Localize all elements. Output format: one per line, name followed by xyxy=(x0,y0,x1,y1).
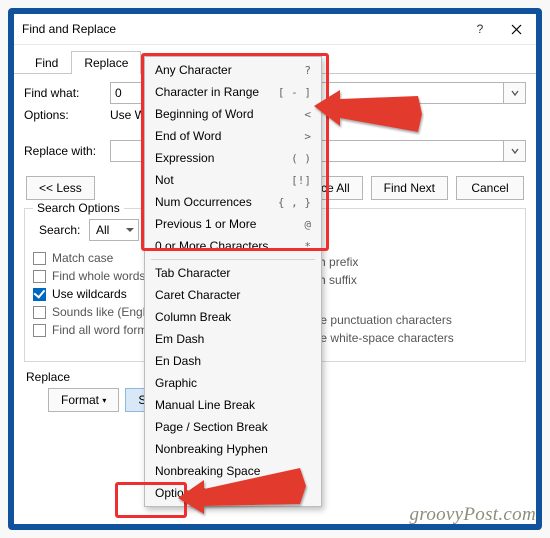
search-options-title: Search Options xyxy=(33,201,124,215)
find-what-label: Find what: xyxy=(24,86,110,100)
dialog-title: Find and Replace xyxy=(16,22,462,36)
chevron-down-icon xyxy=(511,147,519,155)
find-replace-dialog: Find and Replace ? Find Replace Find wha… xyxy=(14,14,536,524)
search-direction-label: Search: xyxy=(39,223,89,237)
close-button[interactable] xyxy=(498,15,534,43)
title-bar: Find and Replace ? xyxy=(14,14,536,45)
menu-not[interactable]: Not[!] xyxy=(145,169,321,191)
format-button[interactable]: Format ▾ xyxy=(48,388,119,412)
watermark: groovyPost.com xyxy=(410,504,536,526)
menu-en-dash[interactable]: En Dash xyxy=(145,350,321,372)
menu-any-character[interactable]: Any Character? xyxy=(145,59,321,81)
menu-caret-character[interactable]: Caret Character xyxy=(145,284,321,306)
tab-find[interactable]: Find xyxy=(22,51,71,74)
menu-beginning-of-word[interactable]: Beginning of Word< xyxy=(145,103,321,125)
menu-nonbreaking-hyphen[interactable]: Nonbreaking Hyphen xyxy=(145,438,321,460)
menu-tab-character[interactable]: Tab Character xyxy=(145,262,321,284)
replace-with-label: Replace with: xyxy=(24,144,110,158)
find-what-dropdown[interactable] xyxy=(504,82,526,104)
chevron-down-icon xyxy=(511,89,519,97)
options-label: Options: xyxy=(24,108,110,122)
menu-0-or-more[interactable]: 0 or More Characters* xyxy=(145,235,321,257)
menu-end-of-word[interactable]: End of Word> xyxy=(145,125,321,147)
menu-manual-line-break[interactable]: Manual Line Break xyxy=(145,394,321,416)
menu-separator xyxy=(151,259,315,260)
menu-nonbreaking-space[interactable]: Nonbreaking Space xyxy=(145,460,321,482)
help-icon: ? xyxy=(477,22,484,36)
menu-page-section-break[interactable]: Page / Section Break xyxy=(145,416,321,438)
menu-em-dash[interactable]: Em Dash xyxy=(145,328,321,350)
cancel-button[interactable]: Cancel xyxy=(456,176,524,200)
caret-down-icon: ▾ xyxy=(102,396,106,405)
tab-replace[interactable]: Replace xyxy=(71,51,141,74)
less-button[interactable]: << Less xyxy=(26,176,95,200)
checkbox-checked-icon xyxy=(33,288,46,301)
menu-character-in-range[interactable]: Character in Range[ - ] xyxy=(145,81,321,103)
replace-with-dropdown[interactable] xyxy=(504,140,526,162)
find-next-button[interactable]: Find Next xyxy=(371,176,448,200)
menu-graphic[interactable]: Graphic xyxy=(145,372,321,394)
menu-num-occurrences[interactable]: Num Occurrences{ , } xyxy=(145,191,321,213)
search-direction-select[interactable]: All xyxy=(89,219,139,241)
help-button[interactable]: ? xyxy=(462,15,498,43)
menu-expression[interactable]: Expression( ) xyxy=(145,147,321,169)
special-menu: Any Character? Character in Range[ - ] B… xyxy=(144,56,322,507)
menu-column-break[interactable]: Column Break xyxy=(145,306,321,328)
menu-prev-1-or-more[interactable]: Previous 1 or More@ xyxy=(145,213,321,235)
menu-optional-hyphen[interactable]: Optional Hyphen xyxy=(145,482,321,504)
close-icon xyxy=(511,24,522,35)
